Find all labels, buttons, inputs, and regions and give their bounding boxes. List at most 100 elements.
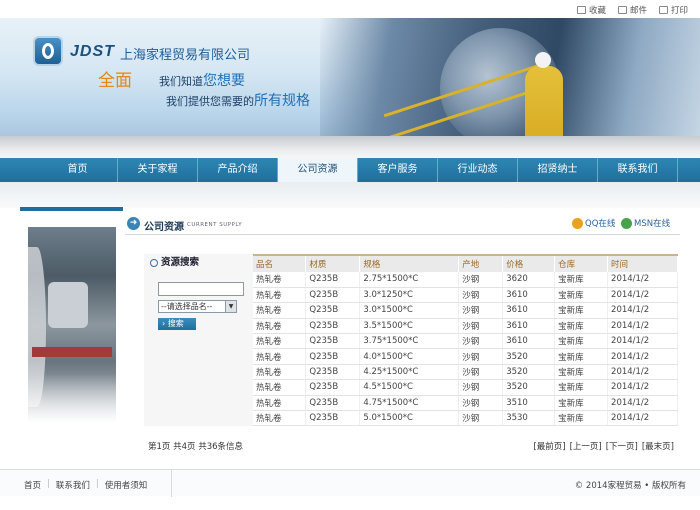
table-cell: 2014/1/2 [607,287,678,304]
table-cell: 宝新库 [554,395,609,412]
table-cell: 2014/1/2 [607,348,678,365]
company-name: 上海家程贸易有限公司 [120,48,251,63]
nav-item-products[interactable]: 产品介绍 [198,158,278,182]
bookmark-link[interactable]: 收藏 [576,4,606,16]
banner-stripe [0,136,700,158]
table-cell: 热轧卷 [253,287,307,304]
col-header: 仓库 [554,254,609,272]
nav-item-news[interactable]: 行业动态 [438,158,518,182]
table-cell: 热轧卷 [253,318,307,335]
table-cell: 热轧卷 [253,348,307,365]
table-cell: 宝新库 [554,348,609,365]
next-page-link[interactable]: [下一页] [606,440,638,452]
table-cell: 沙钢 [458,318,504,335]
first-page-link[interactable]: [最前页] [533,440,565,452]
table-cell: 沙钢 [458,410,504,427]
table-cell: 4.75*1500*C [359,395,460,412]
company-logo[interactable] [33,36,63,66]
nav-item-jobs[interactable]: 招贤纳士 [518,158,598,182]
printer-icon [658,6,668,14]
search-button[interactable]: › 搜索 [158,318,196,330]
table-cell: 2014/1/2 [607,364,678,381]
table-cell: 宝新库 [554,287,609,304]
footer-contact-link[interactable]: 联系我们 [56,479,90,491]
nav-item-about[interactable]: 关于家程 [118,158,198,182]
qq-label: QQ在线 [585,219,616,229]
table-row: 热轧卷 Q235B 3.75*1500*C 沙钢 3610 宝新库 2014/1/2 [253,333,678,350]
nav-item-home[interactable]: 首页 [38,158,118,182]
slogan-line-1-highlight: 您想要 [203,73,245,89]
table-cell: 宝新库 [554,379,609,396]
product-name-select[interactable]: --请选择品名-- ▼ [158,300,237,313]
msn-label: MSN在线 [634,219,671,229]
table-cell: 3610 [502,302,556,319]
bookmark-label: 收藏 [588,6,606,16]
table-cell: 宝新库 [554,333,609,350]
nav-item-contact[interactable]: 联系我们 [598,158,678,182]
print-label: 打印 [670,6,688,16]
qq-icon [572,217,583,229]
mail-link[interactable]: 邮件 [617,4,647,16]
table-cell: 3610 [502,287,556,304]
table-cell: 宝新库 [554,272,609,288]
divider: | [47,479,50,489]
machine-part [48,282,88,328]
table-cell: 2014/1/2 [607,333,678,350]
table-row: 热轧卷 Q235B 4.25*1500*C 沙钢 3520 宝新库 2014/1/2 [253,364,678,381]
nav-item-service[interactable]: 客户服务 [358,158,438,182]
main-nav: 首页 关于家程 产品介绍 公司资源 客户服务 行业动态 招贤纳士 联系我们 [0,158,700,182]
section-title-bar: ➜ 公司资源 CURRENT SUPPLY QQ在线 MSN在线 [125,213,680,235]
table-cell: 3510 [502,395,556,412]
machine-beam [32,347,112,357]
select-value: --请选择品名-- [161,302,213,311]
table-cell: 2014/1/2 [607,410,678,427]
copyright: © 2014家程贸易 • 版权所有 [574,481,686,491]
top-utility-bar: 收藏 邮件 打印 [0,0,700,18]
table-cell: 2014/1/2 [607,272,678,288]
nav-shadow [0,182,700,208]
last-page-link[interactable]: [最末页] [642,440,674,452]
footer-home-link[interactable]: 首页 [24,479,41,491]
table-row: 热轧卷 Q235B 2.75*1500*C 沙钢 3620 宝新库 2014/1/2 [253,272,678,288]
slogan-line-1: 我们知道您想要 [159,70,245,90]
print-link[interactable]: 打印 [658,4,688,16]
col-header: 规格 [359,254,460,272]
table-cell: Q235B [305,348,361,365]
table-cell: 3.75*1500*C [359,333,460,350]
table-cell: 宝新库 [554,364,609,381]
arrow-right-icon: ➜ [127,217,140,230]
table-cell: 3520 [502,348,556,365]
prev-page-link[interactable]: [上一页] [570,440,602,452]
table-cell: 3.0*1500*C [359,302,460,319]
table-cell: 热轧卷 [253,379,307,396]
table-cell: 沙钢 [458,302,504,319]
footer-terms-link[interactable]: 使用者须知 [105,479,148,491]
table-row: 热轧卷 Q235B 5.0*1500*C 沙钢 3530 宝新库 2014/1/2 [253,410,678,427]
slogan-line-1-text: 我们知道 [159,75,203,88]
table-cell: 2014/1/2 [607,302,678,319]
table-header-row: 品名 材质 规格 产地 价格 仓库 时间 [253,254,678,272]
table-cell: 2014/1/2 [607,379,678,396]
table-cell: Q235B [305,379,361,396]
divider: | [95,479,99,489]
table-cell: 2.75*1500*C [359,272,460,288]
table-cell: Q235B [305,395,361,412]
slogan-line-2: 我们提供您需要的所有规格 [166,90,310,110]
logo-text: JDST [70,43,115,60]
table-cell: 5.0*1500*C [359,410,460,427]
col-header: 材质 [305,254,361,272]
nav-item-resources[interactable]: 公司资源 [278,158,358,182]
col-header: 品名 [253,254,307,272]
table-cell: 3610 [502,318,556,335]
table-cell: Q235B [305,272,361,288]
table-row: 热轧卷 Q235B 4.0*1500*C 沙钢 3520 宝新库 2014/1/2 [253,348,678,365]
slogan-big: 全面 [98,71,132,91]
section-title: 公司资源 [144,222,184,233]
chevron-down-icon: ▼ [225,301,236,312]
footer: 首页 | 联系我们 | 使用者须知 © 2014家程贸易 • 版权所有 [0,469,700,497]
table-cell: Q235B [305,287,361,304]
search-input[interactable] [158,282,244,296]
qq-online-link[interactable]: QQ在线 [572,217,615,229]
table-cell: 3530 [502,410,556,427]
msn-online-link[interactable]: MSN在线 [621,217,670,229]
